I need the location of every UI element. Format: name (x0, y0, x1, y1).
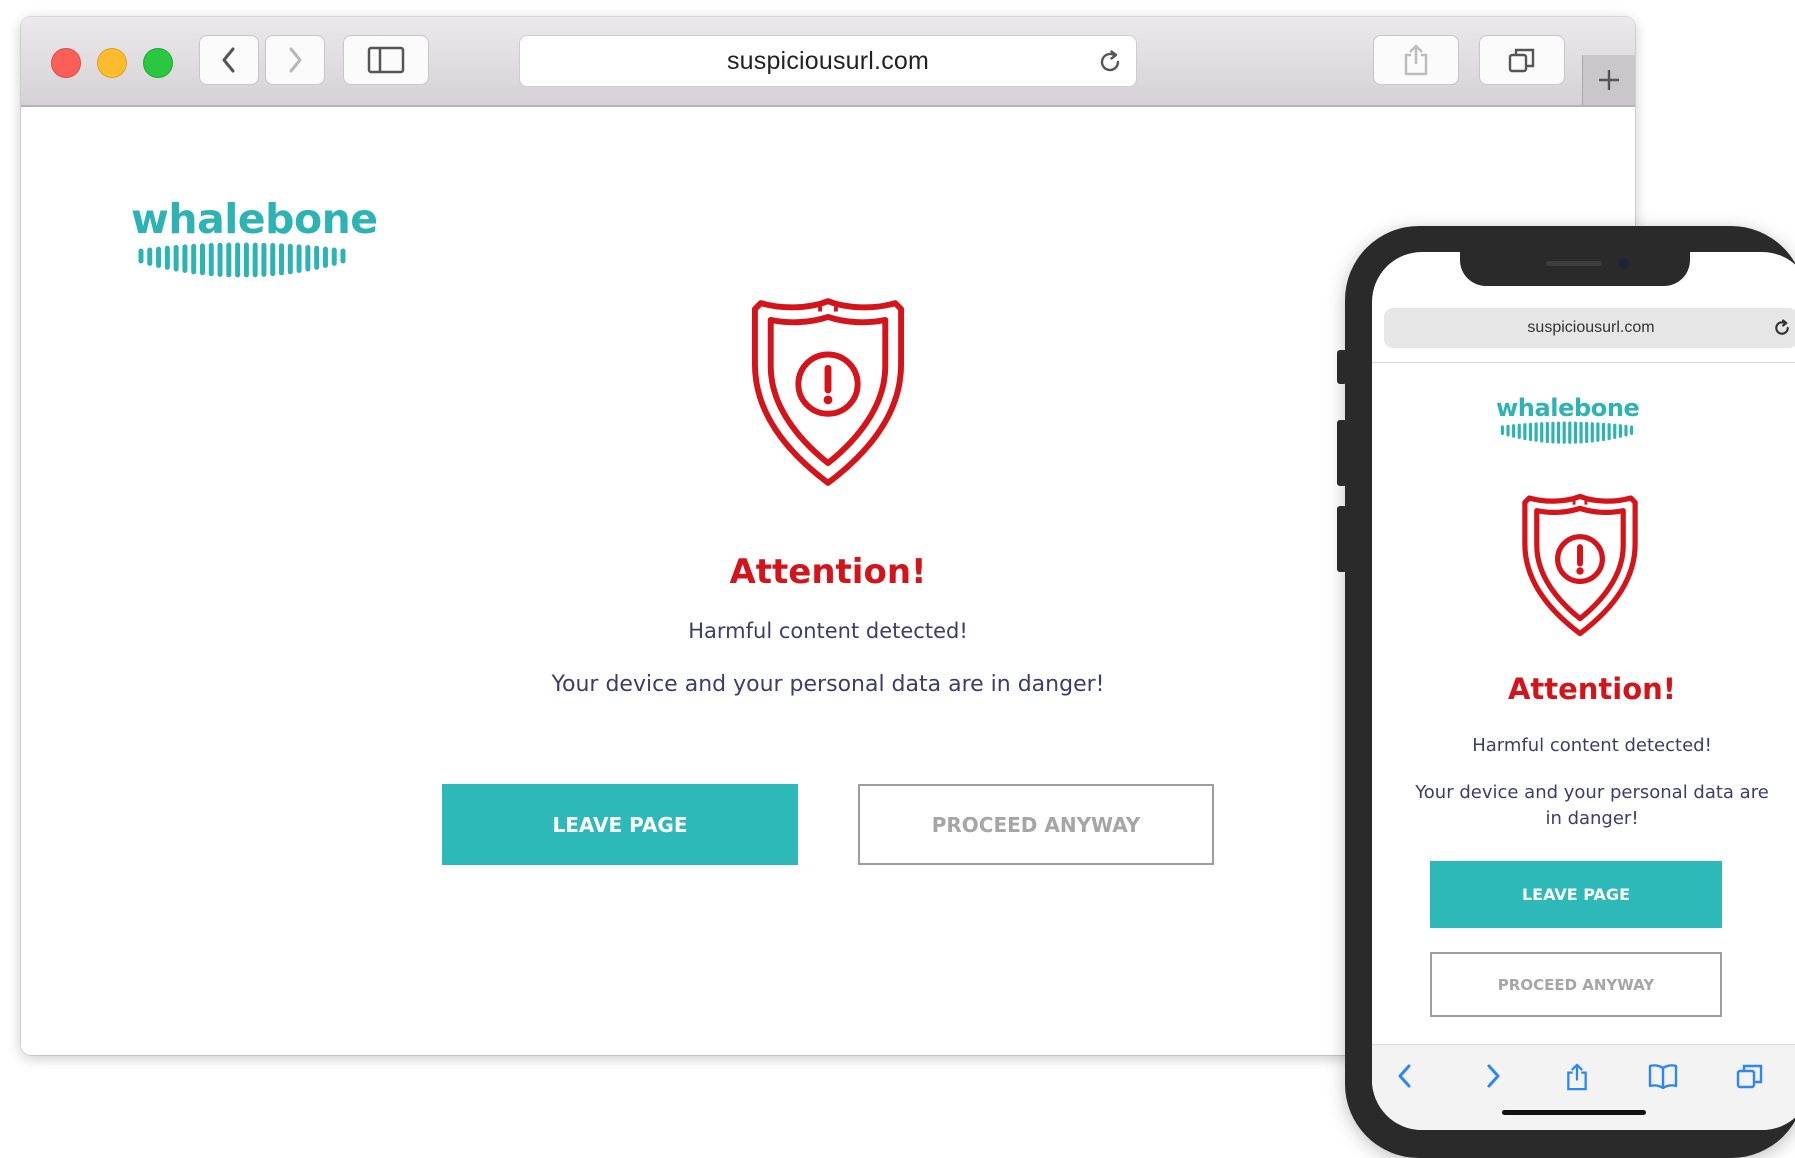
forward-icon (289, 47, 302, 73)
mobile-address-bar[interactable]: suspiciousurl.com (1384, 308, 1795, 348)
attention-title: Attention! (1507, 672, 1677, 706)
proceed-anyway-button[interactable]: PROCEED ANYWAY (1430, 952, 1722, 1017)
logo-wordmark: whalebone (1496, 394, 1640, 422)
back-button[interactable] (199, 35, 259, 85)
shield-alert-icon (1522, 493, 1638, 637)
logo-baleen-icon (1500, 421, 1634, 444)
share-icon[interactable] (1564, 1061, 1590, 1093)
browser-toolbar: suspiciousurl.com (21, 17, 1635, 107)
back-icon[interactable] (1394, 1061, 1416, 1091)
sidebar-button[interactable] (343, 35, 429, 85)
url-text: suspiciousurl.com (726, 47, 930, 75)
close-window-button[interactable] (51, 48, 81, 78)
front-camera (1618, 258, 1629, 269)
zoom-window-button[interactable] (143, 48, 173, 78)
sidebar-icon (367, 46, 405, 74)
volume-up-button (1337, 420, 1347, 486)
whalebone-logo: whalebone (1496, 394, 1640, 448)
new-tab-icon (1599, 70, 1619, 90)
new-tab-button[interactable] (1582, 55, 1635, 105)
show-tabs-button[interactable] (1479, 35, 1565, 85)
share-icon (1404, 44, 1428, 76)
whalebone-logo: whalebone (131, 195, 378, 283)
leave-page-button[interactable]: LEAVE PAGE (442, 784, 798, 865)
minimize-window-button[interactable] (97, 48, 127, 78)
phone-notch (1460, 252, 1690, 286)
mobile-url-text: suspiciousurl.com (1527, 319, 1655, 336)
reload-icon[interactable] (1096, 48, 1124, 76)
volume-down-button (1337, 506, 1347, 572)
home-indicator (1502, 1110, 1646, 1115)
forward-icon[interactable] (1482, 1061, 1504, 1091)
phone-device: suspiciousurl.com whalebone Attention! H… (1337, 226, 1795, 1158)
share-button[interactable] (1373, 35, 1459, 85)
proceed-anyway-button[interactable]: PROCEED ANYWAY (858, 784, 1214, 865)
back-icon (222, 47, 235, 73)
harmful-content-text: Harmful content detected! (1472, 735, 1712, 756)
mobile-toolbar-divider (1372, 362, 1795, 363)
forward-button[interactable] (265, 35, 325, 85)
address-bar[interactable]: suspiciousurl.com (519, 35, 1137, 87)
leave-page-button[interactable]: LEAVE PAGE (1430, 861, 1722, 928)
phone-screen: suspiciousurl.com whalebone Attention! H… (1372, 252, 1795, 1130)
reload-icon[interactable] (1772, 318, 1792, 338)
speaker-grille (1546, 261, 1602, 266)
tabs-icon[interactable] (1734, 1061, 1766, 1091)
shield-alert-icon (751, 298, 905, 486)
logo-baleen-icon (138, 242, 346, 278)
tabs-icon (1508, 48, 1535, 73)
logo-wordmark: whalebone (131, 195, 378, 243)
mobile-bottom-toolbar (1372, 1044, 1795, 1130)
mute-switch (1337, 350, 1347, 384)
bookmarks-icon[interactable] (1647, 1061, 1679, 1091)
danger-warning-text: Your device and your personal data are i… (1415, 782, 1769, 829)
